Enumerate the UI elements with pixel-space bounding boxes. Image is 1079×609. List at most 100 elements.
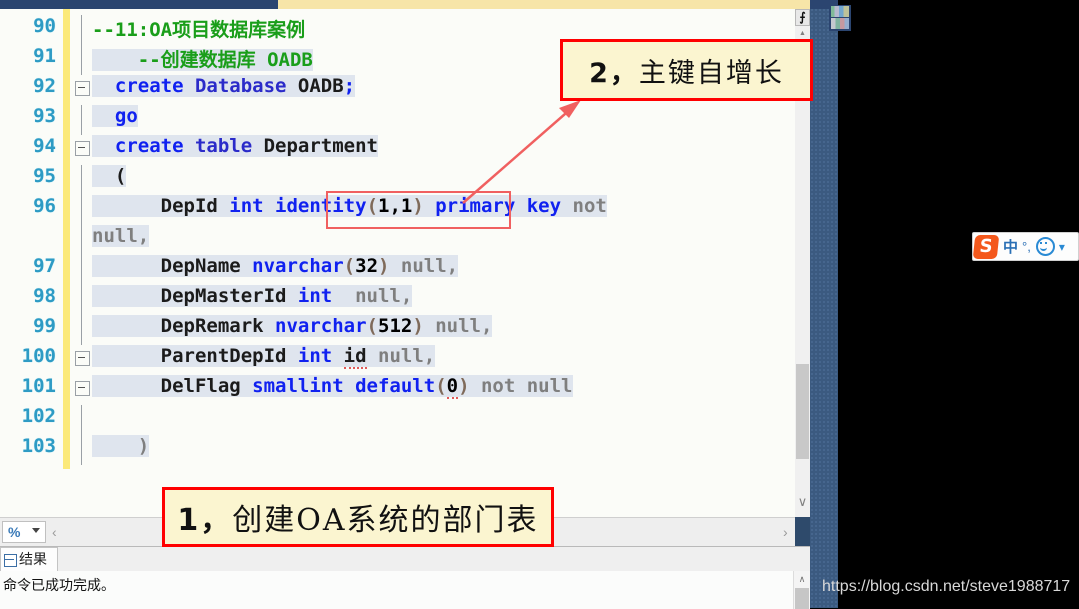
taskbar-app-icon[interactable] (829, 5, 851, 31)
scrollbar-thumb[interactable] (796, 364, 809, 459)
code-token: ; (343, 75, 356, 97)
code-token: smallint (252, 375, 356, 397)
code-token: create (92, 75, 195, 97)
ime-mode-label[interactable]: 中 (1003, 236, 1018, 257)
code-line[interactable]: DelFlag smallint default(0) not null (92, 375, 573, 399)
fold-guide-line (81, 315, 82, 345)
code-token: null, (332, 285, 413, 307)
fold-toggle-icon[interactable] (75, 141, 90, 156)
code-token: ( (92, 165, 127, 187)
editor-split-handle[interactable]: ⨍ (795, 9, 810, 26)
callout-1-text: 创建OA系统的部门表 (232, 503, 539, 538)
code-token: DepName (92, 255, 253, 277)
code-line[interactable]: DepRemark nvarchar(512) null, (92, 315, 493, 337)
code-token: null, (435, 315, 493, 337)
code-line-content: DelFlag smallint default(0) not null (92, 375, 573, 399)
code-line[interactable]: ) (92, 435, 150, 457)
code-line-content: null, (92, 225, 150, 247)
code-line-content: ParentDepId int id null, (92, 345, 436, 369)
line-number: 92 (33, 75, 56, 97)
line-number: 93 (33, 105, 56, 127)
code-line[interactable]: ParentDepId int id null, (92, 345, 436, 369)
code-token: DepId (92, 195, 230, 217)
code-token: --创建数据库 OADB (92, 49, 313, 71)
chevron-down-icon[interactable] (32, 528, 40, 533)
code-token: ) (412, 315, 436, 337)
code-line-content: ( (92, 165, 127, 187)
results-scroll-up-arrow[interactable]: ∧ (794, 571, 810, 587)
code-token: ( (366, 315, 378, 337)
sogou-logo-icon[interactable]: S (972, 234, 1000, 259)
code-line-content: DepRemark nvarchar(512) null, (92, 315, 493, 337)
code-line-content: DepName nvarchar(32) null, (92, 255, 459, 277)
callout-primary-key-autoincrement: 2， 主键自增长 (560, 39, 813, 101)
results-pane: 结果 命令已成功完成。 ∧ (0, 546, 810, 609)
callout-2-text: 主键自增长 (638, 57, 784, 89)
unsaved-change-bar (63, 9, 70, 469)
code-line[interactable]: DepMasterId int null, (92, 285, 413, 307)
line-number: 96 (33, 195, 56, 217)
code-token: ( (343, 255, 356, 277)
fold-guide-line (81, 165, 82, 195)
callout-create-department-table: 1， 创建OA系统的部门表 (162, 487, 554, 547)
fold-guide-line (81, 105, 82, 135)
code-token: DepMasterId (92, 285, 298, 307)
code-line[interactable]: create Database OADB; (92, 75, 356, 97)
taskbar-icon-bottom (831, 18, 849, 29)
code-token: null, (400, 255, 459, 277)
line-number: 91 (33, 45, 56, 67)
code-line[interactable]: null, (92, 225, 150, 247)
code-line-content: go (92, 105, 138, 127)
ime-punctuation-icon[interactable]: °, (1022, 239, 1031, 254)
code-line[interactable]: ( (92, 165, 127, 187)
fold-toggle-icon[interactable] (75, 81, 90, 96)
tab-results[interactable]: 结果 (0, 547, 58, 571)
code-folding-column[interactable] (72, 9, 92, 517)
results-message-area: 命令已成功完成。 ∧ (0, 571, 810, 609)
ime-more-icon[interactable]: ▾ (1059, 240, 1065, 254)
code-token: Database (194, 75, 298, 97)
line-number: 90 (33, 15, 56, 37)
callout-2-lead: 2， (589, 57, 639, 89)
line-number: 100 (21, 345, 56, 367)
code-token: ) (458, 375, 481, 397)
code-line[interactable]: DepName nvarchar(32) null, (92, 255, 459, 277)
code-token: DepRemark (92, 315, 276, 337)
fold-guide-line (81, 405, 82, 435)
emoji-icon[interactable] (1035, 237, 1055, 256)
code-line-content: --11:OA项目数据库案例 (92, 19, 305, 41)
breadcrumb-left-arrow[interactable]: ‹ (52, 524, 57, 540)
code-line-content: DepMasterId int null, (92, 285, 413, 307)
fold-toggle-icon[interactable] (75, 381, 90, 396)
code-token: create (92, 135, 195, 157)
code-line[interactable]: go (92, 105, 138, 127)
code-line-content: ) (92, 435, 150, 457)
fold-guide-line (81, 15, 82, 45)
results-tab-bar: 结果 (0, 547, 810, 571)
line-number-gutter: 90 91 92 93 94 95 96 97 98 99 100 101 102 103 (0, 9, 62, 517)
ime-toolbar[interactable]: S 中 °, ▾ (972, 232, 1079, 261)
code-token: OADB (297, 75, 344, 97)
fold-toggle-icon[interactable] (75, 351, 90, 366)
fold-guide-line (81, 225, 82, 255)
fold-guide-line (81, 195, 82, 225)
code-line[interactable]: --创建数据库 OADB (92, 45, 313, 72)
code-token: table (194, 135, 264, 157)
results-scrollbar[interactable]: ∧ (793, 571, 810, 609)
code-token: 512 (378, 315, 413, 337)
zoom-level-dropdown[interactable]: % (2, 521, 46, 543)
code-token: go (92, 105, 138, 127)
code-token: nvarchar (275, 315, 367, 337)
code-token: default (355, 375, 436, 397)
code-line-content: --创建数据库 OADB (92, 49, 313, 71)
active-tab-strip[interactable] (278, 0, 810, 9)
breadcrumb-right-arrow[interactable]: › (783, 524, 788, 540)
code-token: ( (435, 375, 447, 397)
code-token: id (343, 345, 367, 369)
scroll-down-arrow[interactable]: ∨ (795, 494, 810, 509)
code-line[interactable]: create table Department (92, 135, 378, 157)
code-line[interactable]: --11:OA项目数据库案例 (92, 15, 305, 42)
code-token: DelFlag (92, 375, 253, 397)
results-scrollbar-thumb[interactable] (795, 588, 809, 609)
code-token: nvarchar (252, 255, 344, 277)
